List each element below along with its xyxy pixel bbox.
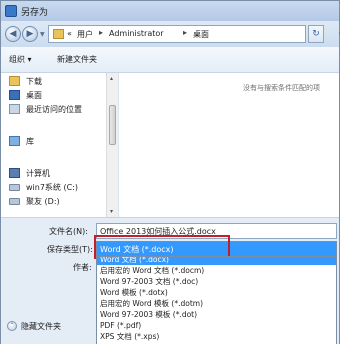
folder-icon [53, 29, 64, 39]
back-button[interactable]: ◀ [5, 26, 21, 42]
save-type-option-dotm[interactable]: 启用宏的 Word 模板 (*.dotm) [97, 298, 336, 309]
sidebar-item-label: win7系统 (C:) [26, 183, 78, 192]
save-type-select[interactable]: Word 文档 (*.docx) [96, 241, 337, 257]
breadcrumb-separator[interactable]: ▸ [183, 28, 187, 37]
save-form: 文件名(N): Office 2013如何插入公式.docx 保存类型(T): … [1, 217, 339, 344]
organize-button[interactable]: 组织 ▾ [9, 54, 32, 65]
scroll-up-icon[interactable]: ▴ [110, 75, 113, 82]
navigation-pane: 下载 桌面 最近访问的位置 库 计算机 win7系统 (C:) 聚友 (D:) [1, 73, 118, 217]
save-type-option-docm[interactable]: 启用宏的 Word 文档 (*.docm) [97, 265, 336, 276]
download-folder-icon [9, 76, 20, 86]
save-type-label: 保存类型(T): [47, 245, 93, 254]
navigation-scrollbar[interactable]: ▴ ▾ [106, 73, 118, 217]
filename-label: 文件名(N): [49, 227, 88, 236]
save-type-dropdown-list[interactable]: Word 文档 (*.docx) 启用宏的 Word 文档 (*.docm) W… [96, 256, 337, 344]
refresh-button[interactable]: ↻ [308, 25, 324, 43]
hide-folders-label: 隐藏文件夹 [21, 322, 61, 331]
filename-field[interactable]: Office 2013如何插入公式.docx [96, 223, 337, 239]
desktop-icon [9, 90, 20, 100]
scrollbar-thumb[interactable] [109, 105, 116, 145]
sidebar-item-label: 计算机 [26, 169, 50, 178]
save-as-icon [5, 5, 17, 17]
drive-icon [9, 198, 20, 205]
save-type-option-dotx[interactable]: Word 模板 (*.dotx) [97, 287, 336, 298]
save-type-option-dot[interactable]: Word 97-2003 模板 (*.dot) [97, 309, 336, 320]
collapse-icon: ⌃ [7, 321, 17, 331]
address-bar[interactable]: « 用户 ▸ Administrator ▸ 桌面 ▾ [48, 25, 340, 43]
breadcrumb-administrator[interactable]: Administrator [109, 29, 164, 38]
save-as-dialog: 另存为 ◀ ▶ ▼ « 用户 ▸ Administrator ▸ 桌面 ▾ ↻ … [0, 0, 340, 344]
computer-icon [9, 168, 20, 178]
breadcrumb-desktop[interactable]: 桌面 [193, 29, 209, 40]
file-list-pane[interactable]: 没有与搜索条件匹配的项 [119, 73, 339, 217]
save-type-option-pdf[interactable]: PDF (*.pdf) [97, 320, 336, 331]
sidebar-item-label: 下载 [26, 77, 42, 86]
sidebar-item-label: 聚友 (D:) [26, 197, 60, 206]
breadcrumb-overflow[interactable]: « [67, 29, 72, 38]
save-type-option-doc[interactable]: Word 97-2003 文档 (*.doc) [97, 276, 336, 287]
scroll-down-icon[interactable]: ▾ [110, 208, 113, 215]
save-type-option-xps[interactable]: XPS 文档 (*.xps) [97, 331, 336, 342]
drive-icon [9, 184, 20, 191]
recent-places-icon [9, 104, 20, 114]
sidebar-item-label: 桌面 [26, 91, 42, 100]
sidebar-item-label: 库 [26, 137, 34, 146]
recent-pages-dropdown-icon[interactable]: ▼ [40, 31, 45, 38]
sidebar-item-label: 最近访问的位置 [26, 105, 82, 114]
toolbar: 组织 ▾ 新建文件夹 [1, 47, 339, 73]
library-icon [9, 136, 20, 146]
save-type-option-docx[interactable]: Word 文档 (*.docx) [97, 257, 336, 265]
empty-results-message: 没有与搜索条件匹配的项 [243, 84, 320, 92]
navigation-bar: ◀ ▶ ▼ « 用户 ▸ Administrator ▸ 桌面 ▾ ↻ [1, 21, 340, 47]
forward-button[interactable]: ▶ [22, 26, 38, 42]
new-folder-button[interactable]: 新建文件夹 [57, 54, 97, 65]
author-label: 作者: [73, 263, 92, 272]
title-bar[interactable]: 另存为 [1, 1, 339, 21]
window-title: 另存为 [21, 8, 49, 18]
breadcrumb-separator[interactable]: ▸ [99, 28, 103, 37]
breadcrumb-users[interactable]: 用户 [77, 29, 93, 40]
